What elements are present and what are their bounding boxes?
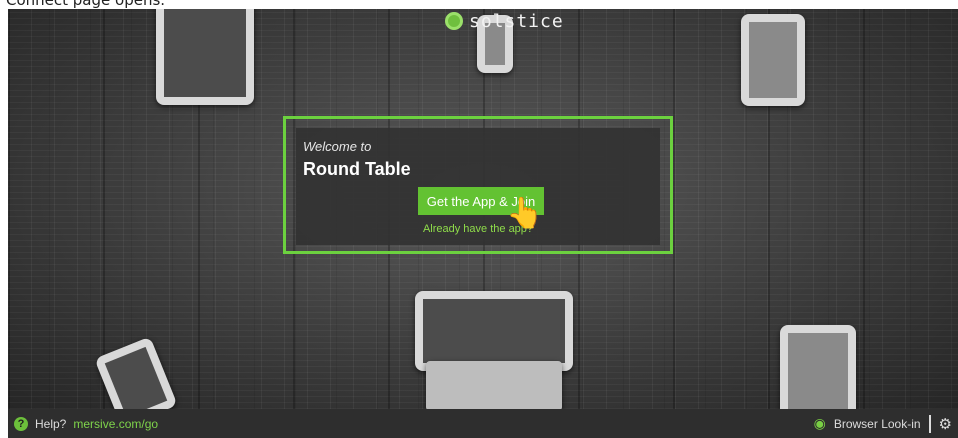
laptop-device: [415, 291, 573, 371]
question-circle-icon: ?: [14, 416, 28, 431]
gear-icon[interactable]: ⚙: [939, 415, 952, 433]
footer-divider: [928, 414, 931, 433]
help-link[interactable]: mersive.com/go: [73, 417, 158, 431]
tablet-device-top-right: [741, 14, 805, 106]
laptop-keyboard: [426, 361, 562, 409]
help-section: ? Help? mersive.com/go: [8, 416, 158, 431]
logo-text: solstice: [469, 10, 564, 32]
room-name: Round Table: [303, 159, 411, 179]
welcome-card: Welcome to Round Table Get the App & Joi…: [296, 128, 660, 245]
browser-look-in-link[interactable]: Browser Look-in: [834, 417, 921, 431]
page-caption: Connect page opens.: [0, 0, 958, 9]
tablet-device-top-left: [156, 9, 254, 105]
hand-pointer-icon: 👆: [506, 197, 544, 230]
help-label: Help?: [35, 416, 67, 431]
page-caption-text: Connect page opens.: [6, 0, 166, 9]
solstice-logo: solstice: [445, 8, 564, 34]
tablet-device-bottom-right: [780, 325, 856, 409]
welcome-label: Welcome to: [303, 139, 372, 154]
footer-bar: ? Help? mersive.com/go ◉ Browser Look-in…: [8, 409, 958, 438]
already-have-app-link[interactable]: Already have the app?: [296, 223, 660, 235]
footer-tools: ◉ Browser Look-in ⚙: [814, 414, 958, 433]
solstice-logo-icon: [445, 12, 463, 30]
eye-icon[interactable]: ◉: [814, 415, 826, 432]
